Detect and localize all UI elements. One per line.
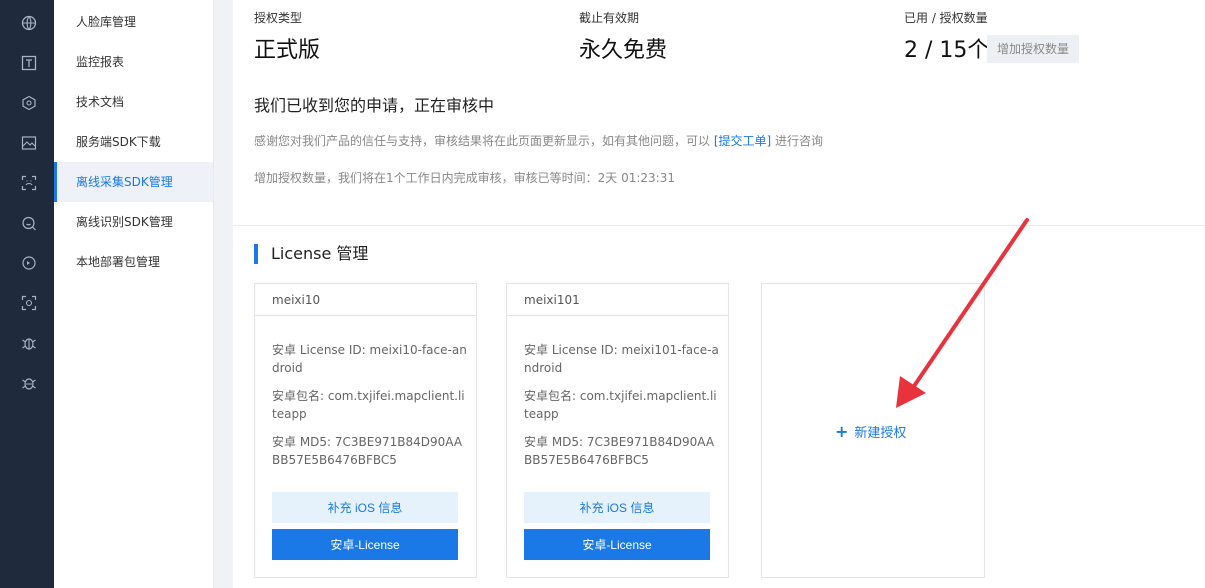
globe-icon[interactable]	[19, 13, 39, 33]
bug-icon[interactable]	[19, 333, 39, 353]
license-card: meixi10 安卓 License ID: meixi10-face-andr…	[254, 283, 477, 578]
review-notice-title: 我们已收到您的申请，正在审核中	[254, 96, 495, 115]
android-license-button[interactable]: 安卓-License	[272, 529, 458, 560]
review-notice-text: 感谢您对我们产品的信任与支持，审核结果将在此页面更新显示，如有其他问题，可以 […	[254, 132, 823, 149]
add-ios-info-button[interactable]: 补充 iOS 信息	[272, 492, 458, 523]
license-type-label: 授权类型	[254, 11, 303, 25]
review-notice-text-after: 进行咨询	[771, 134, 824, 148]
menu-item-offline-recognition-sdk[interactable]: 离线识别SDK管理	[54, 202, 213, 242]
menu-item-local-deploy-package[interactable]: 本地部署包管理	[54, 242, 213, 282]
menu-item-server-sdk-download[interactable]: 服务端SDK下载	[54, 122, 213, 162]
face-search-icon[interactable]	[19, 213, 39, 233]
content-gutter	[215, 0, 233, 588]
license-card-package: 安卓包名: com.txjifei.mapclient.liteapp	[524, 389, 717, 421]
review-wait-text: 增加授权数量，我们将在1个工作日内完成审核，审核已等时间：2天 01:23:31	[254, 171, 675, 185]
cube-icon[interactable]	[19, 93, 39, 113]
review-notice-text-before: 感谢您对我们产品的信任与支持，审核结果将在此页面更新显示，如有其他问题，可以	[254, 134, 714, 148]
text-icon[interactable]	[19, 53, 39, 73]
image-icon[interactable]	[19, 133, 39, 153]
license-summary: 授权类型 正式版 截止有效期 永久免费 已用 / 授权数量 2 / 15个 增加…	[233, 0, 1205, 226]
license-section-title: License 管理	[254, 244, 368, 264]
license-card-name: meixi10	[255, 284, 476, 316]
menu-item-face-library[interactable]: 人脸库管理	[54, 2, 213, 42]
expiry-value: 永久免费	[579, 38, 668, 63]
license-card-id: 安卓 License ID: meixi101-face-android	[524, 343, 719, 375]
license-card-package: 安卓包名: com.txjifei.mapclient.liteapp	[272, 389, 465, 421]
plus-icon: +	[835, 422, 849, 441]
quota-label: 已用 / 授权数量	[904, 11, 988, 25]
license-card-md5: 安卓 MD5: 7C3BE971B84D90AABB57E5B6476BFBC5	[524, 435, 715, 467]
face-scan-icon[interactable]	[19, 173, 39, 193]
menu-item-tech-docs[interactable]: 技术文档	[54, 82, 213, 122]
new-license-label: 新建授权	[854, 426, 907, 441]
menu-item-monitor-report[interactable]: 监控报表	[54, 42, 213, 82]
new-license-button[interactable]: + 新建授权	[835, 422, 906, 441]
icon-rail	[0, 0, 54, 588]
license-card-md5: 安卓 MD5: 7C3BE971B84D90AABB57E5B6476BFBC5	[272, 435, 463, 467]
menu-item-offline-capture-sdk[interactable]: 离线采集SDK管理	[54, 162, 213, 202]
submit-ticket-link[interactable]: [提交工单]	[714, 134, 771, 148]
bug-alt-icon[interactable]	[19, 373, 39, 393]
new-license-card[interactable]: + 新建授权	[761, 283, 985, 578]
add-ios-info-button[interactable]: 补充 iOS 信息	[524, 492, 710, 523]
expiry-label: 截止有效期	[579, 11, 640, 25]
license-card: meixi101 安卓 License ID: meixi101-face-an…	[506, 283, 729, 578]
quota-value: 2 / 15个	[904, 38, 990, 63]
refresh-face-icon[interactable]	[19, 253, 39, 273]
license-card-name: meixi101	[507, 284, 728, 316]
side-menu: 人脸库管理 监控报表 技术文档 服务端SDK下载 离线采集SDK管理 离线识别S…	[54, 0, 214, 588]
increase-quota-button[interactable]: 增加授权数量	[987, 35, 1079, 63]
android-license-button[interactable]: 安卓-License	[524, 529, 710, 560]
license-type-value: 正式版	[254, 38, 321, 63]
scan-frame-icon[interactable]	[19, 293, 39, 313]
license-card-id: 安卓 License ID: meixi10-face-android	[272, 343, 467, 375]
main-content: 授权类型 正式版 截止有效期 永久免费 已用 / 授权数量 2 / 15个 增加…	[233, 0, 1205, 588]
